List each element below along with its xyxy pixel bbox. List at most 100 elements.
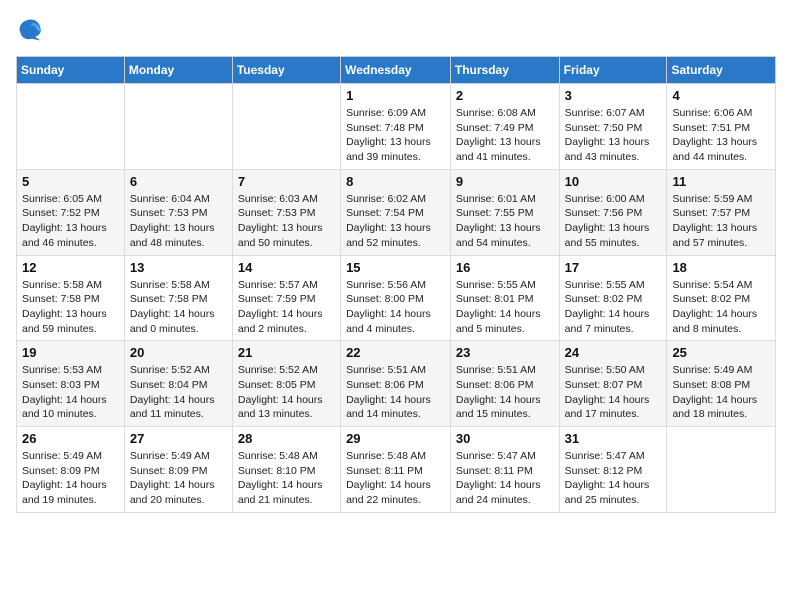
calendar-cell: 22 Sunrise: 5:51 AMSunset: 8:06 PMDayligh…: [341, 341, 451, 427]
weekday-header-tuesday: Tuesday: [232, 57, 340, 84]
calendar-cell: 6 Sunrise: 6:04 AMSunset: 7:53 PMDaylight…: [124, 169, 232, 255]
day-info: Sunrise: 5:51 AMSunset: 8:06 PMDaylight:…: [346, 363, 445, 422]
calendar-cell: 9Sunrise: 6:01 AMSunset: 7:55 PMDaylight…: [450, 169, 559, 255]
day-info: Sunrise: 5:52 AMSunset: 8:05 PMDaylight:…: [238, 363, 335, 422]
day-number: 31: [565, 431, 662, 446]
calendar-cell: 24Sunrise: 5:50 AMSunset: 8:07 PMDayligh…: [559, 341, 667, 427]
day-number: 28: [238, 431, 335, 446]
day-number: 6: [130, 174, 227, 189]
day-number: 16: [456, 260, 554, 275]
calendar-cell: 31 Sunrise: 5:47 AMSunset: 8:12 PMDayligh…: [559, 427, 667, 513]
calendar-cell: 27 Sunrise: 5:49 AMSunset: 8:09 PMDayligh…: [124, 427, 232, 513]
calendar-cell: 16 Sunrise: 5:55 AMSunset: 8:01 PMDayligh…: [450, 255, 559, 341]
day-info: Sunrise: 5:50 AMSunset: 8:07 PMDaylight:…: [565, 363, 662, 422]
day-number: 5: [22, 174, 119, 189]
calendar-cell: 5 Sunrise: 6:05 AMSunset: 7:52 PMDaylight…: [17, 169, 125, 255]
day-info: Sunrise: 5:58 AMSunset: 7:58 PMDaylight:…: [130, 278, 227, 337]
calendar-cell: 1 Sunrise: 6:09 AMSunset: 7:48 PMDaylight…: [341, 84, 451, 170]
day-info: Sunrise: 5:47 AMSunset: 8:12 PMDaylight:…: [565, 449, 662, 508]
day-number: 13: [130, 260, 227, 275]
day-number: 19: [22, 345, 119, 360]
day-info: Sunrise: 5:54 AMSunset: 8:02 PMDaylight:…: [672, 278, 770, 337]
day-info: Sunrise: 6:03 AMSunset: 7:53 PMDaylight:…: [238, 192, 335, 251]
day-number: 26: [22, 431, 119, 446]
day-info: Sunrise: 5:57 AMSunset: 7:59 PMDaylight:…: [238, 278, 335, 337]
day-number: 18: [672, 260, 770, 275]
day-number: 1: [346, 88, 445, 103]
day-info: Sunrise: 6:05 AMSunset: 7:52 PMDaylight:…: [22, 192, 119, 251]
day-info: Sunrise: 5:58 AMSunset: 7:58 PMDaylight:…: [22, 278, 119, 337]
calendar-cell: 15 Sunrise: 5:56 AMSunset: 8:00 PMDayligh…: [341, 255, 451, 341]
day-info: Sunrise: 5:51 AMSunset: 8:06 PMDaylight:…: [456, 363, 554, 422]
calendar-cell: [667, 427, 776, 513]
calendar-cell: 8 Sunrise: 6:02 AMSunset: 7:54 PMDaylight…: [341, 169, 451, 255]
weekday-header-sunday: Sunday: [17, 57, 125, 84]
day-info: Sunrise: 5:59 AMSunset: 7:57 PMDaylight:…: [672, 192, 770, 251]
day-number: 27: [130, 431, 227, 446]
calendar-cell: 12 Sunrise: 5:58 AMSunset: 7:58 PMDayligh…: [17, 255, 125, 341]
day-info: Sunrise: 5:56 AMSunset: 8:00 PMDaylight:…: [346, 278, 445, 337]
calendar-cell: 29Sunrise: 5:48 AMSunset: 8:11 PMDayligh…: [341, 427, 451, 513]
calendar-cell: 2 Sunrise: 6:08 AMSunset: 7:49 PMDaylight…: [450, 84, 559, 170]
calendar-cell: 25Sunrise: 5:49 AMSunset: 8:08 PMDayligh…: [667, 341, 776, 427]
day-number: 17: [565, 260, 662, 275]
day-info: Sunrise: 6:02 AMSunset: 7:54 PMDaylight:…: [346, 192, 445, 251]
weekday-header-friday: Friday: [559, 57, 667, 84]
day-number: 3: [565, 88, 662, 103]
day-number: 20: [130, 345, 227, 360]
day-info: Sunrise: 6:06 AMSunset: 7:51 PMDaylight:…: [672, 106, 770, 165]
day-info: Sunrise: 6:00 AMSunset: 7:56 PMDaylight:…: [565, 192, 662, 251]
day-number: 12: [22, 260, 119, 275]
day-info: Sunrise: 6:08 AMSunset: 7:49 PMDaylight:…: [456, 106, 554, 165]
calendar-cell: [17, 84, 125, 170]
calendar-cell: 30Sunrise: 5:47 AMSunset: 8:11 PMDayligh…: [450, 427, 559, 513]
page-header: [16, 16, 776, 44]
day-info: Sunrise: 5:55 AMSunset: 8:02 PMDaylight:…: [565, 278, 662, 337]
calendar-week-row: 19 Sunrise: 5:53 AMSunset: 8:03 PMDayligh…: [17, 341, 776, 427]
day-info: Sunrise: 5:49 AMSunset: 8:09 PMDaylight:…: [130, 449, 227, 508]
day-number: 7: [238, 174, 335, 189]
weekday-header-row: SundayMondayTuesdayWednesdayThursdayFrid…: [17, 57, 776, 84]
day-number: 23: [456, 345, 554, 360]
calendar-cell: [232, 84, 340, 170]
day-info: Sunrise: 5:49 AMSunset: 8:09 PMDaylight:…: [22, 449, 119, 508]
calendar-cell: [124, 84, 232, 170]
calendar-cell: 10 Sunrise: 6:00 AMSunset: 7:56 PMDayligh…: [559, 169, 667, 255]
day-number: 21: [238, 345, 335, 360]
calendar-cell: 21 Sunrise: 5:52 AMSunset: 8:05 PMDayligh…: [232, 341, 340, 427]
day-info: Sunrise: 5:48 AMSunset: 8:10 PMDaylight:…: [238, 449, 335, 508]
day-number: 11: [672, 174, 770, 189]
calendar-cell: 17 Sunrise: 5:55 AMSunset: 8:02 PMDayligh…: [559, 255, 667, 341]
day-number: 2: [456, 88, 554, 103]
day-info: Sunrise: 5:53 AMSunset: 8:03 PMDaylight:…: [22, 363, 119, 422]
calendar-week-row: 5 Sunrise: 6:05 AMSunset: 7:52 PMDaylight…: [17, 169, 776, 255]
day-info: Sunrise: 5:55 AMSunset: 8:01 PMDaylight:…: [456, 278, 554, 337]
day-info: Sunrise: 6:01 AMSunset: 7:55 PMDaylight:…: [456, 192, 554, 251]
weekday-header-thursday: Thursday: [450, 57, 559, 84]
logo: [16, 16, 48, 44]
calendar-cell: 23 Sunrise: 5:51 AMSunset: 8:06 PMDayligh…: [450, 341, 559, 427]
calendar-week-row: 26 Sunrise: 5:49 AMSunset: 8:09 PMDayligh…: [17, 427, 776, 513]
calendar-cell: 19 Sunrise: 5:53 AMSunset: 8:03 PMDayligh…: [17, 341, 125, 427]
weekday-header-wednesday: Wednesday: [341, 57, 451, 84]
day-info: Sunrise: 5:52 AMSunset: 8:04 PMDaylight:…: [130, 363, 227, 422]
day-info: Sunrise: 5:47 AMSunset: 8:11 PMDaylight:…: [456, 449, 554, 508]
calendar-cell: 20 Sunrise: 5:52 AMSunset: 8:04 PMDayligh…: [124, 341, 232, 427]
day-number: 8: [346, 174, 445, 189]
day-number: 25: [672, 345, 770, 360]
day-info: Sunrise: 6:04 AMSunset: 7:53 PMDaylight:…: [130, 192, 227, 251]
calendar-cell: 13 Sunrise: 5:58 AMSunset: 7:58 PMDayligh…: [124, 255, 232, 341]
calendar-cell: 14 Sunrise: 5:57 AMSunset: 7:59 PMDayligh…: [232, 255, 340, 341]
day-number: 22: [346, 345, 445, 360]
calendar-cell: 4Sunrise: 6:06 AMSunset: 7:51 PMDaylight…: [667, 84, 776, 170]
calendar-cell: 28 Sunrise: 5:48 AMSunset: 8:10 PMDayligh…: [232, 427, 340, 513]
calendar-week-row: 12 Sunrise: 5:58 AMSunset: 7:58 PMDayligh…: [17, 255, 776, 341]
day-info: Sunrise: 5:48 AMSunset: 8:11 PMDaylight:…: [346, 449, 445, 508]
calendar-table: SundayMondayTuesdayWednesdayThursdayFrid…: [16, 56, 776, 513]
day-number: 10: [565, 174, 662, 189]
day-info: Sunrise: 6:09 AMSunset: 7:48 PMDaylight:…: [346, 106, 445, 165]
day-number: 14: [238, 260, 335, 275]
calendar-cell: 18 Sunrise: 5:54 AMSunset: 8:02 PMDayligh…: [667, 255, 776, 341]
day-number: 15: [346, 260, 445, 275]
calendar-cell: 3Sunrise: 6:07 AMSunset: 7:50 PMDaylight…: [559, 84, 667, 170]
